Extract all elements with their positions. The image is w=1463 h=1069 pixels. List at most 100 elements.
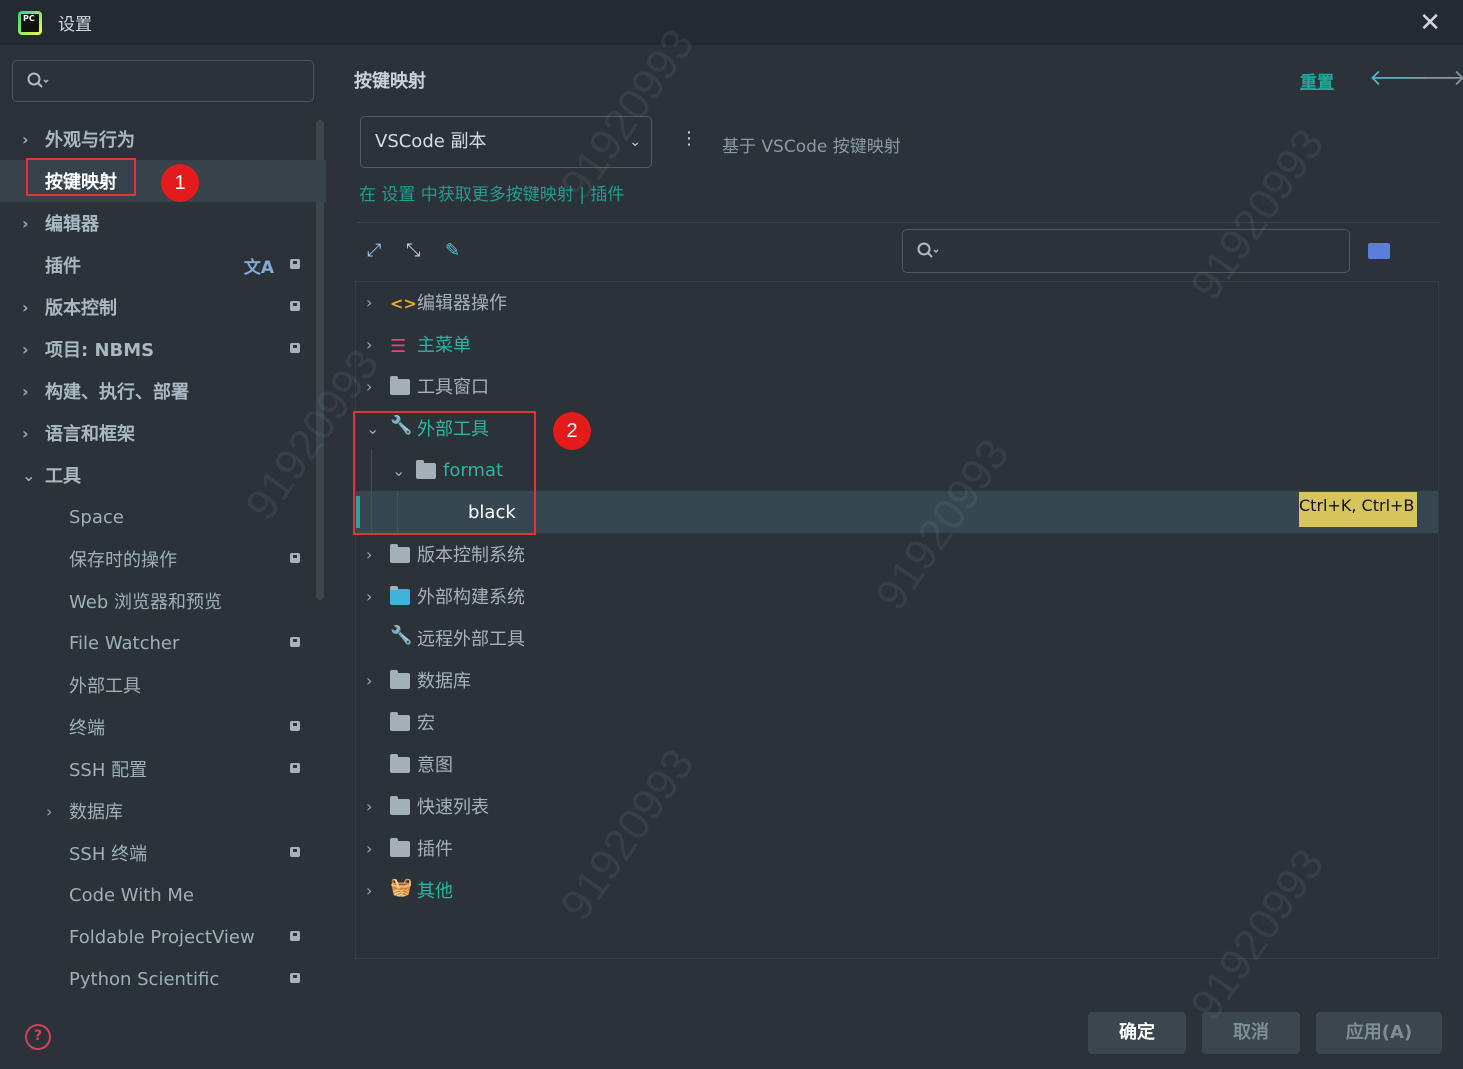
tree-item-tool-windows[interactable]: › 工具窗口 — [356, 365, 1438, 407]
sidebar-item-ssh-terminal[interactable]: SSH 终端 — [0, 832, 326, 874]
folder-gear-icon — [390, 586, 410, 605]
translate-icon: 文A — [243, 258, 274, 278]
close-icon[interactable]: ✕ — [1419, 8, 1441, 38]
sidebar-item-terminal[interactable]: 终端 — [0, 706, 326, 748]
folder-icon — [390, 754, 410, 773]
folder-icon — [390, 712, 410, 731]
project-level-icon — [290, 973, 300, 983]
chevron-right-icon: › — [366, 544, 373, 564]
cancel-button[interactable]: 取消 — [1202, 1012, 1300, 1054]
tree-item-remote-external-tools[interactable]: 🔧 远程外部工具 — [356, 617, 1438, 659]
folder-icon — [390, 838, 410, 857]
get-more-keymaps-link[interactable]: 在 设置 中获取更多按键映射 | 插件 — [359, 180, 624, 205]
tree-item-vcs[interactable]: › 版本控制系统 — [356, 533, 1438, 575]
pycharm-logo-icon: PC — [18, 10, 42, 35]
sidebar-item-external-tools[interactable]: 外部工具 — [0, 664, 326, 706]
tree-item-database[interactable]: › 数据库 — [356, 659, 1438, 701]
tree-item-quick-lists[interactable]: › 快速列表 — [356, 785, 1438, 827]
sidebar-item-actions-on-save[interactable]: 保存时的操作 — [0, 538, 326, 580]
chevron-right-icon: › — [366, 586, 373, 606]
tree-item-other[interactable]: › 🧺 其他 — [356, 869, 1438, 911]
tree-item-external-build[interactable]: › 外部构建系统 — [356, 575, 1438, 617]
forward-arrow-icon[interactable]: 🡒 — [1407, 65, 1463, 91]
project-level-icon — [290, 553, 300, 563]
chevron-right-icon: › — [22, 129, 29, 149]
highlight-box-keymap — [26, 158, 136, 196]
project-level-icon — [290, 637, 300, 647]
project-level-icon — [290, 343, 300, 353]
expand-all-icon[interactable]: ⤢ — [367, 240, 381, 261]
keymap-select[interactable]: VSCode 副本 ⌄ — [360, 116, 652, 168]
project-level-icon — [290, 301, 300, 311]
project-level-icon — [290, 721, 300, 731]
sidebar-item-vcs[interactable]: › 版本控制 — [0, 286, 326, 328]
annotation-badge-2: 2 — [553, 412, 591, 450]
divider — [357, 222, 1440, 223]
folder-icon — [390, 376, 410, 395]
sidebar-item-python-scientific[interactable]: Python Scientific — [0, 958, 326, 1000]
tree-item-editor-actions[interactable]: › <> 编辑器操作 — [356, 281, 1438, 323]
keymap-parent-label: 基于 VSCode 按键映射 — [722, 137, 901, 157]
action-search-input[interactable] — [902, 229, 1350, 273]
chevron-right-icon: › — [22, 381, 29, 401]
wrench-icon: 🔧 — [390, 625, 413, 646]
chevron-right-icon: › — [22, 423, 29, 443]
project-level-icon — [290, 931, 300, 941]
sidebar-item-web-browsers[interactable]: Web 浏览器和预览 — [0, 580, 326, 622]
chevron-right-icon: › — [22, 297, 29, 317]
chevron-right-icon: › — [366, 880, 373, 900]
tree-item-main-menu[interactable]: › ☰ 主菜单 — [356, 323, 1438, 365]
ok-button[interactable]: 确定 — [1088, 1012, 1186, 1054]
chevron-right-icon: › — [366, 292, 373, 312]
chevron-right-icon: › — [22, 213, 29, 233]
chevron-down-icon: ⌄ — [22, 465, 36, 485]
tree-item-macros[interactable]: 宏 — [356, 701, 1438, 743]
project-level-icon — [290, 259, 300, 269]
chevron-right-icon: › — [366, 670, 373, 690]
annotation-badge-1: 1 — [161, 164, 199, 202]
basket-icon: 🧺 — [390, 877, 413, 898]
collapse-all-icon[interactable]: ⤡ — [406, 240, 420, 261]
sidebar-item-plugins[interactable]: 插件 文A — [0, 244, 326, 286]
search-icon — [917, 242, 939, 258]
sidebar-item-ssh-config[interactable]: SSH 配置 — [0, 748, 326, 790]
code-brackets-icon: <> — [390, 294, 417, 313]
shortcut-badge: Ctrl+K, Ctrl+B — [1299, 492, 1417, 527]
page-title: 按键映射 — [354, 71, 426, 92]
menu-icon: ☰ — [390, 336, 407, 357]
project-level-icon — [290, 847, 300, 857]
folder-icon — [390, 796, 410, 815]
edit-shortcuts-icon[interactable]: ✎ — [445, 240, 460, 261]
project-level-icon — [290, 763, 300, 773]
more-actions-icon[interactable]: ⋮ — [680, 128, 698, 149]
sidebar-item-file-watcher[interactable]: File Watcher — [0, 622, 326, 664]
sidebar-item-database[interactable]: › 数据库 — [0, 790, 326, 832]
search-icon — [27, 72, 49, 88]
chevron-right-icon: › — [366, 838, 373, 858]
folder-icon — [390, 544, 410, 563]
sidebar-item-build[interactable]: › 构建、执行、部署 — [0, 370, 326, 412]
chevron-right-icon: › — [366, 376, 373, 396]
sidebar-item-languages[interactable]: › 语言和框架 — [0, 412, 326, 454]
folder-icon — [390, 670, 410, 689]
find-by-shortcut-keyboard-icon[interactable] — [1368, 243, 1390, 259]
apply-button[interactable]: 应用(A) — [1316, 1012, 1442, 1054]
sidebar-item-foldable-projectview[interactable]: Foldable ProjectView — [0, 916, 326, 958]
help-icon[interactable]: ? — [25, 1024, 51, 1050]
tree-item-intentions[interactable]: 意图 — [356, 743, 1438, 785]
chevron-right-icon: › — [366, 796, 373, 816]
sidebar-item-code-with-me[interactable]: Code With Me — [0, 874, 326, 916]
chevron-right-icon: › — [22, 339, 29, 359]
sidebar-item-editor[interactable]: › 编辑器 — [0, 202, 326, 244]
sidebar-item-project[interactable]: › 项目: NBMS — [0, 328, 326, 370]
window-title: 设置 — [58, 15, 92, 35]
sidebar-item-space[interactable]: Space — [0, 496, 326, 538]
sidebar-item-appearance[interactable]: › 外观与行为 — [0, 118, 326, 160]
sidebar-item-tools[interactable]: ⌄ 工具 — [0, 454, 326, 496]
chevron-right-icon: › — [366, 334, 373, 354]
settings-search-input[interactable] — [12, 60, 314, 102]
title-bar: PC 设置 ✕ — [0, 0, 1463, 45]
tree-item-plugins[interactable]: › 插件 — [356, 827, 1438, 869]
chevron-down-icon: ⌄ — [629, 134, 641, 150]
reset-link[interactable]: 重置 — [1300, 68, 1334, 93]
